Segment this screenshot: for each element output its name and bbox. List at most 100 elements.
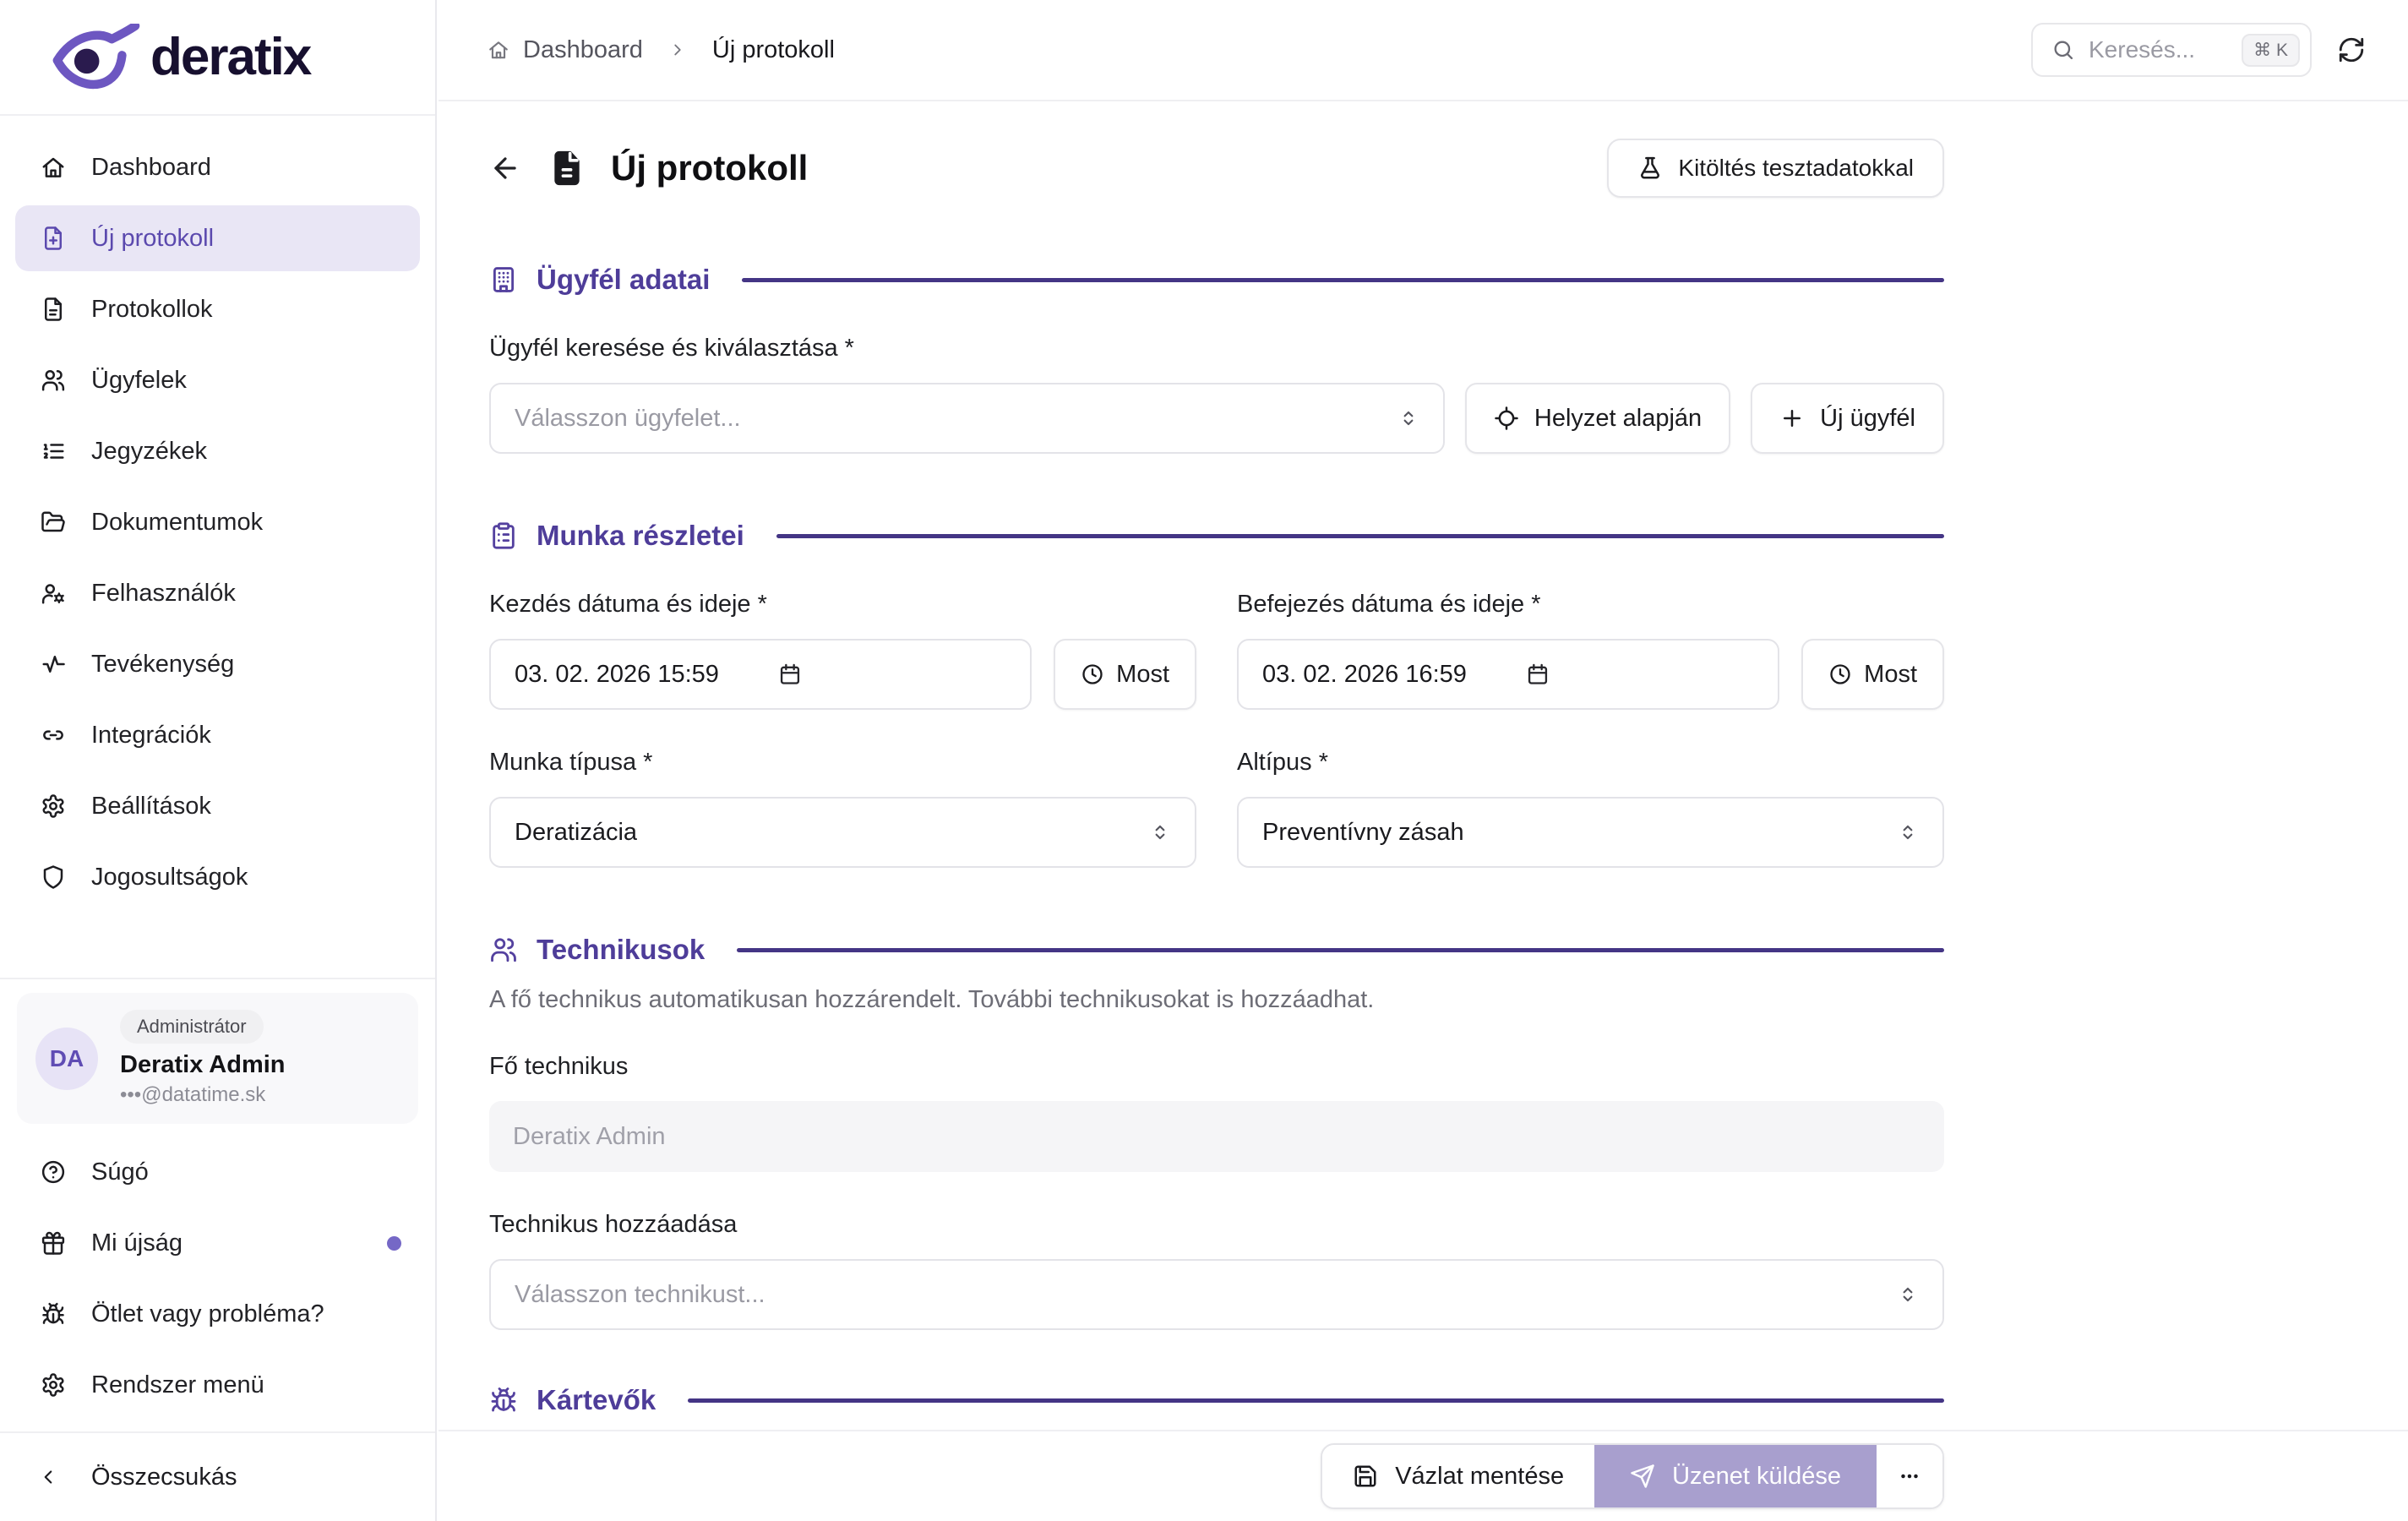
sidebar-item-registers[interactable]: Jegyzékek: [15, 418, 420, 484]
deratix-logo-icon: [51, 24, 142, 91]
section-work-header: Munka részletei: [489, 520, 1944, 552]
sidebar-item-label: Ügyfelek: [91, 367, 187, 395]
menu-item-label: Mi újság: [91, 1229, 183, 1257]
work-type-label: Munka típusa *: [489, 749, 1196, 777]
sidebar-item-new-protocol[interactable]: Új protokoll: [15, 205, 420, 271]
add-technician-select[interactable]: Válasszon technikust...: [489, 1259, 1944, 1330]
clipboard-icon: [489, 521, 518, 550]
sidebar-item-label: Jogosultságok: [91, 864, 248, 891]
calendar-icon[interactable]: [1526, 662, 1550, 686]
activity-icon: [41, 651, 66, 677]
send-message-button[interactable]: Üzenet küldése: [1594, 1445, 1877, 1507]
link-icon: [41, 722, 66, 748]
gift-icon: [41, 1230, 66, 1256]
sidebar-item-label: Jegyzékek: [91, 438, 207, 466]
save-icon: [1353, 1464, 1378, 1489]
bug-icon: [489, 1386, 518, 1415]
new-client-button[interactable]: Új ügyfél: [1751, 383, 1944, 454]
sidebar-item-settings[interactable]: Beállítások: [15, 773, 420, 839]
more-actions-button[interactable]: [1877, 1445, 1942, 1507]
file-plus-icon: [41, 226, 66, 251]
start-datetime-input[interactable]: 03. 02. 2026 15:59: [489, 639, 1032, 710]
avatar: DA: [35, 1028, 98, 1090]
work-subtype-label: Altípus *: [1237, 749, 1944, 777]
sidebar-item-label: Integrációk: [91, 722, 211, 750]
end-now-button[interactable]: Most: [1801, 639, 1944, 710]
calendar-icon[interactable]: [778, 662, 802, 686]
fill-test-data-button[interactable]: Kitöltés tesztadatokkal: [1607, 139, 1944, 198]
work-type-select[interactable]: Deratizácia: [489, 797, 1196, 868]
client-select[interactable]: Válasszon ügyfelet...: [489, 383, 1445, 454]
sidebar-item-integrations[interactable]: Integrációk: [15, 702, 420, 768]
home-icon: [488, 39, 509, 61]
user-cog-icon: [41, 581, 66, 606]
arrow-left-icon: [489, 152, 521, 184]
section-divider-line: [742, 278, 1944, 282]
notification-dot: [387, 1236, 401, 1251]
page-content: Új protokoll Kitöltés tesztadatokkal Ügy…: [439, 101, 1944, 1464]
sidebar-item-activity[interactable]: Tevékenység: [15, 631, 420, 697]
sidebar: deratix Dashboard Új protokoll Protokoll…: [0, 0, 437, 1521]
sidebar-item-users[interactable]: Felhasználók: [15, 560, 420, 626]
add-technician-label: Technikus hozzáadása: [489, 1211, 1944, 1239]
user-card[interactable]: DA Administrátor Deratix Admin •••@datat…: [17, 993, 418, 1124]
clock-icon: [1081, 662, 1104, 686]
chevrons-up-down-icon: [1897, 1284, 1919, 1306]
flask-icon: [1637, 155, 1663, 181]
brand-name: deratix: [150, 27, 310, 87]
sidebar-item-label: Protokollok: [91, 296, 212, 324]
collapse-sidebar-button[interactable]: Összecsukás: [0, 1431, 435, 1521]
work-subtype-select[interactable]: Preventívny zásah: [1237, 797, 1944, 868]
user-name: Deratix Admin: [120, 1051, 286, 1079]
breadcrumb-home-link[interactable]: Dashboard: [523, 36, 643, 64]
chevron-left-icon: [37, 1466, 59, 1488]
system-menu-item[interactable]: Rendszer menü: [15, 1352, 420, 1418]
refresh-icon: [2337, 35, 2366, 64]
section-client-header: Ügyfél adatai: [489, 264, 1944, 296]
app-root: deratix Dashboard Új protokoll Protokoll…: [0, 0, 2408, 1521]
home-icon: [41, 155, 66, 180]
protocol-document-icon: [548, 150, 586, 187]
by-location-button[interactable]: Helyzet alapján: [1465, 383, 1730, 454]
brand[interactable]: deratix: [0, 0, 435, 116]
sidebar-item-protocols[interactable]: Protokollok: [15, 276, 420, 342]
whats-new-menu-item[interactable]: Mi újság: [15, 1210, 420, 1276]
lead-technician-label: Fő technikus: [489, 1053, 1944, 1081]
back-button[interactable]: [489, 152, 521, 184]
start-now-button[interactable]: Most: [1054, 639, 1196, 710]
menu-item-label: Ötlet vagy probléma?: [91, 1300, 324, 1328]
send-icon: [1630, 1464, 1655, 1489]
sidebar-divider: [0, 978, 435, 979]
sidebar-item-label: Felhasználók: [91, 580, 236, 608]
search-shortcut-badge: ⌘ K: [2242, 34, 2300, 67]
sidebar-item-permissions[interactable]: Jogosultságok: [15, 844, 420, 910]
user-email: •••@datatime.sk: [120, 1083, 265, 1107]
users-icon: [489, 935, 518, 964]
sidebar-item-label: Beállítások: [91, 793, 211, 820]
search-icon: [2051, 38, 2075, 62]
section-divider-line: [737, 948, 1944, 952]
feedback-menu-item[interactable]: Ötlet vagy probléma?: [15, 1281, 420, 1347]
sidebar-item-clients[interactable]: Ügyfelek: [15, 347, 420, 413]
sidebar-item-label: Dashboard: [91, 154, 211, 182]
menu-item-label: Rendszer menü: [91, 1371, 264, 1399]
save-draft-button[interactable]: Vázlat mentése: [1322, 1445, 1594, 1507]
global-search[interactable]: ⌘ K: [2031, 23, 2312, 77]
sidebar-secondary-menu: Súgó Mi újság Ötlet vagy probléma? Rends…: [0, 1132, 435, 1431]
help-menu-item[interactable]: Súgó: [15, 1139, 420, 1205]
shield-icon: [41, 864, 66, 890]
end-datetime-input[interactable]: 03. 02. 2026 16:59: [1237, 639, 1779, 710]
chevrons-up-down-icon: [1897, 821, 1919, 843]
building-icon: [489, 265, 518, 294]
chevrons-up-down-icon: [1397, 407, 1419, 429]
action-button-group: Vázlat mentése Üzenet küldése: [1321, 1443, 1944, 1509]
start-datetime-label: Kezdés dátuma és ideje *: [489, 591, 1196, 619]
sidebar-item-documents[interactable]: Dokumentumok: [15, 489, 420, 555]
users-icon: [41, 368, 66, 393]
breadcrumb: Dashboard Új protokoll: [488, 36, 835, 64]
sidebar-item-dashboard[interactable]: Dashboard: [15, 134, 420, 200]
search-input[interactable]: [2089, 36, 2228, 63]
list-ordered-icon: [41, 439, 66, 464]
refresh-button[interactable]: [2337, 35, 2366, 64]
ellipsis-icon: [1897, 1464, 1922, 1489]
